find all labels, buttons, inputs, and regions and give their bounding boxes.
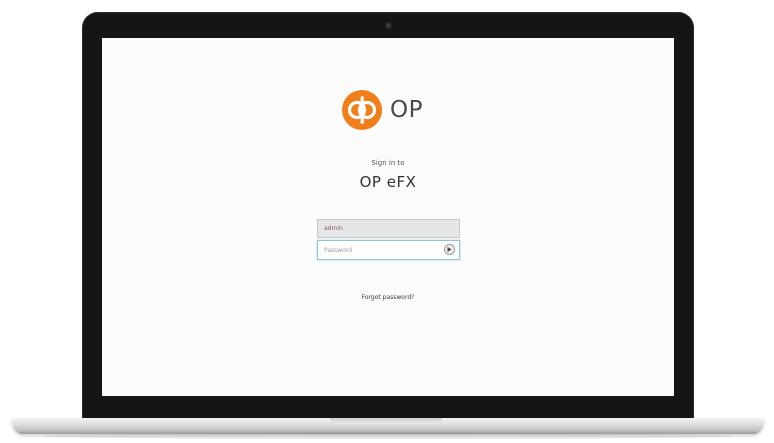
op-logo-mark — [347, 96, 377, 124]
laptop-shadow — [40, 433, 736, 439]
op-logo-icon — [342, 90, 382, 130]
laptop-mockup: OP Sign in to OP eFX Forgot password? — [0, 0, 774, 443]
brand-name: OP — [390, 97, 423, 123]
login-screen: OP Sign in to OP eFX Forgot password? — [102, 38, 674, 396]
sign-in-label: Sign in to — [371, 159, 405, 167]
password-field-wrapper — [317, 240, 460, 260]
webcam — [386, 23, 391, 28]
laptop-base-notch — [330, 418, 442, 424]
forgot-password-link[interactable]: Forgot password? — [102, 294, 674, 301]
username-field[interactable] — [317, 219, 460, 238]
app-title: OP eFX — [359, 173, 417, 191]
brand: OP — [342, 90, 423, 130]
password-field[interactable] — [318, 241, 442, 259]
arrow-right-icon — [447, 247, 452, 252]
sign-in-submit-button[interactable] — [444, 244, 455, 255]
